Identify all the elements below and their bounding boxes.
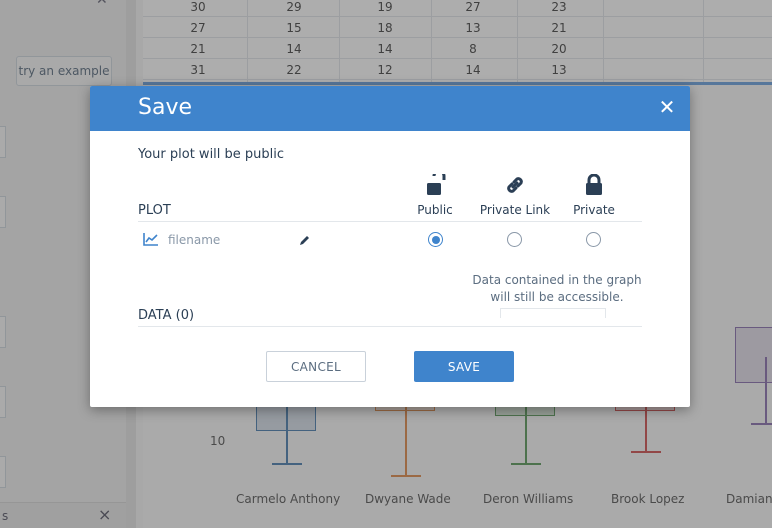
plot-section-label: PLOT — [138, 203, 171, 218]
permission-label: Private — [573, 203, 615, 217]
permission-public: Public — [390, 174, 480, 217]
radio-public[interactable] — [428, 232, 443, 247]
public-message: Your plot will be public — [138, 147, 285, 162]
permission-private: Private — [549, 174, 639, 217]
save-button[interactable]: SAVE — [414, 351, 514, 382]
dialog-header: Save ✕ — [90, 86, 690, 131]
lock-icon — [586, 174, 602, 195]
dialog-title: Save — [138, 95, 193, 120]
close-icon[interactable]: ✕ — [656, 95, 678, 119]
permission-label: Private Link — [479, 203, 551, 217]
pencil-icon[interactable] — [299, 235, 310, 246]
data-divider — [138, 326, 642, 327]
data-accessible-note: Data contained in the graph will still b… — [472, 273, 642, 304]
permission-label: Public — [417, 203, 453, 217]
unlock-icon — [427, 174, 446, 195]
radio-private-link[interactable] — [507, 232, 522, 247]
save-dialog: Save ✕ Your plot will be public Public P… — [90, 86, 690, 407]
permission-private-link: Private Link — [470, 174, 560, 217]
radio-private[interactable] — [586, 232, 601, 247]
line-chart-icon — [143, 233, 158, 246]
note-box — [500, 308, 606, 318]
cancel-button[interactable]: CANCEL — [266, 351, 366, 382]
data-section-label: DATA (0) — [138, 308, 195, 323]
link-icon — [507, 177, 523, 193]
plot-divider — [138, 221, 642, 222]
filename-input[interactable]: filename — [168, 233, 220, 247]
